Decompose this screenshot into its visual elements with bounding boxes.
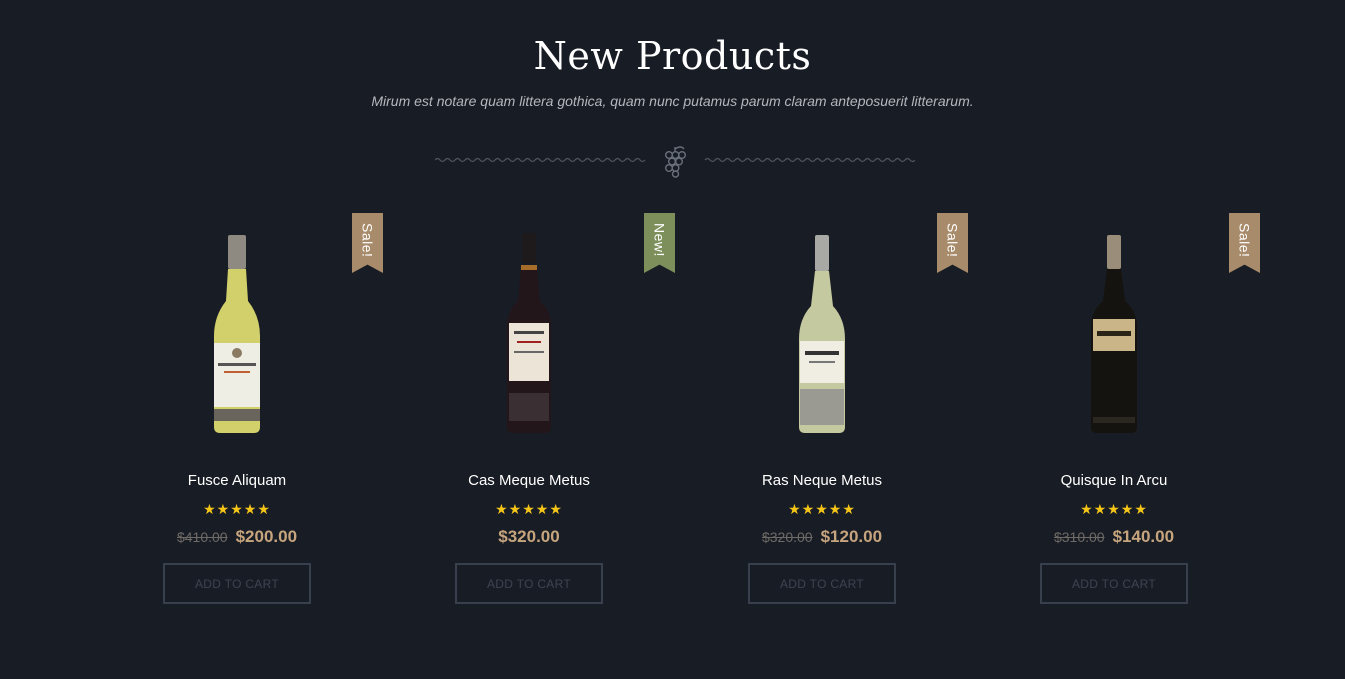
price-block: $410.00 $200.00 [91,527,383,547]
sale-ribbon: Sale! [937,213,968,273]
product-name[interactable]: Cas Meque Metus [383,472,675,489]
current-price: $120.00 [820,527,883,546]
price-block: $320.00 [383,527,675,547]
rating-stars: ★★★★★ [495,501,563,517]
add-to-cart-button[interactable]: ADD TO CART [163,563,311,604]
old-price: $410.00 [176,529,228,545]
product-card[interactable]: Sale! Quisque In Arcu ★★★★★ $310.00 $140.… [968,213,1260,633]
wavy-line-right [704,157,915,163]
price-block: $310.00 $140.00 [968,527,1260,547]
product-name[interactable]: Quisque In Arcu [968,472,1260,489]
section-divider [435,146,915,178]
product-image[interactable] [1079,231,1149,441]
rating-stars: ★★★★★ [788,501,856,517]
section-subtitle: Mirum est notare quam littera gothica, q… [371,93,974,109]
product-name[interactable]: Fusce Aliquam [91,472,383,489]
add-to-cart-button[interactable]: ADD TO CART [1040,563,1188,604]
wavy-line-left [435,157,646,163]
product-image[interactable] [202,231,272,441]
grapes-icon [664,146,686,178]
product-card[interactable]: Sale! Ras Neque Metus ★★★★★ $320.00 $120.… [676,213,968,633]
old-price: $320.00 [761,529,813,545]
product-name[interactable]: Ras Neque Metus [676,472,968,489]
rating-stars: ★★★★★ [1080,501,1148,517]
product-image[interactable] [787,231,857,441]
new-ribbon: New! [644,213,675,273]
rating-stars: ★★★★★ [203,501,271,517]
section-title: New Products [533,34,812,78]
product-image[interactable] [494,231,564,441]
current-price: $320.00 [498,527,560,546]
current-price: $140.00 [1112,527,1175,546]
old-price: $310.00 [1053,529,1105,545]
sale-ribbon: Sale! [1229,213,1260,273]
current-price: $200.00 [235,527,298,546]
add-to-cart-button[interactable]: ADD TO CART [748,563,896,604]
sale-ribbon: Sale! [352,213,383,273]
add-to-cart-button[interactable]: ADD TO CART [455,563,603,604]
product-card[interactable]: New! Cas Meque Metus ★★★★★ $320.00 ADD T… [383,213,675,633]
product-card[interactable]: Sale! Fusce Aliquam ★★★★★ $410.00 $200.00… [91,213,383,633]
price-block: $320.00 $120.00 [676,527,968,547]
